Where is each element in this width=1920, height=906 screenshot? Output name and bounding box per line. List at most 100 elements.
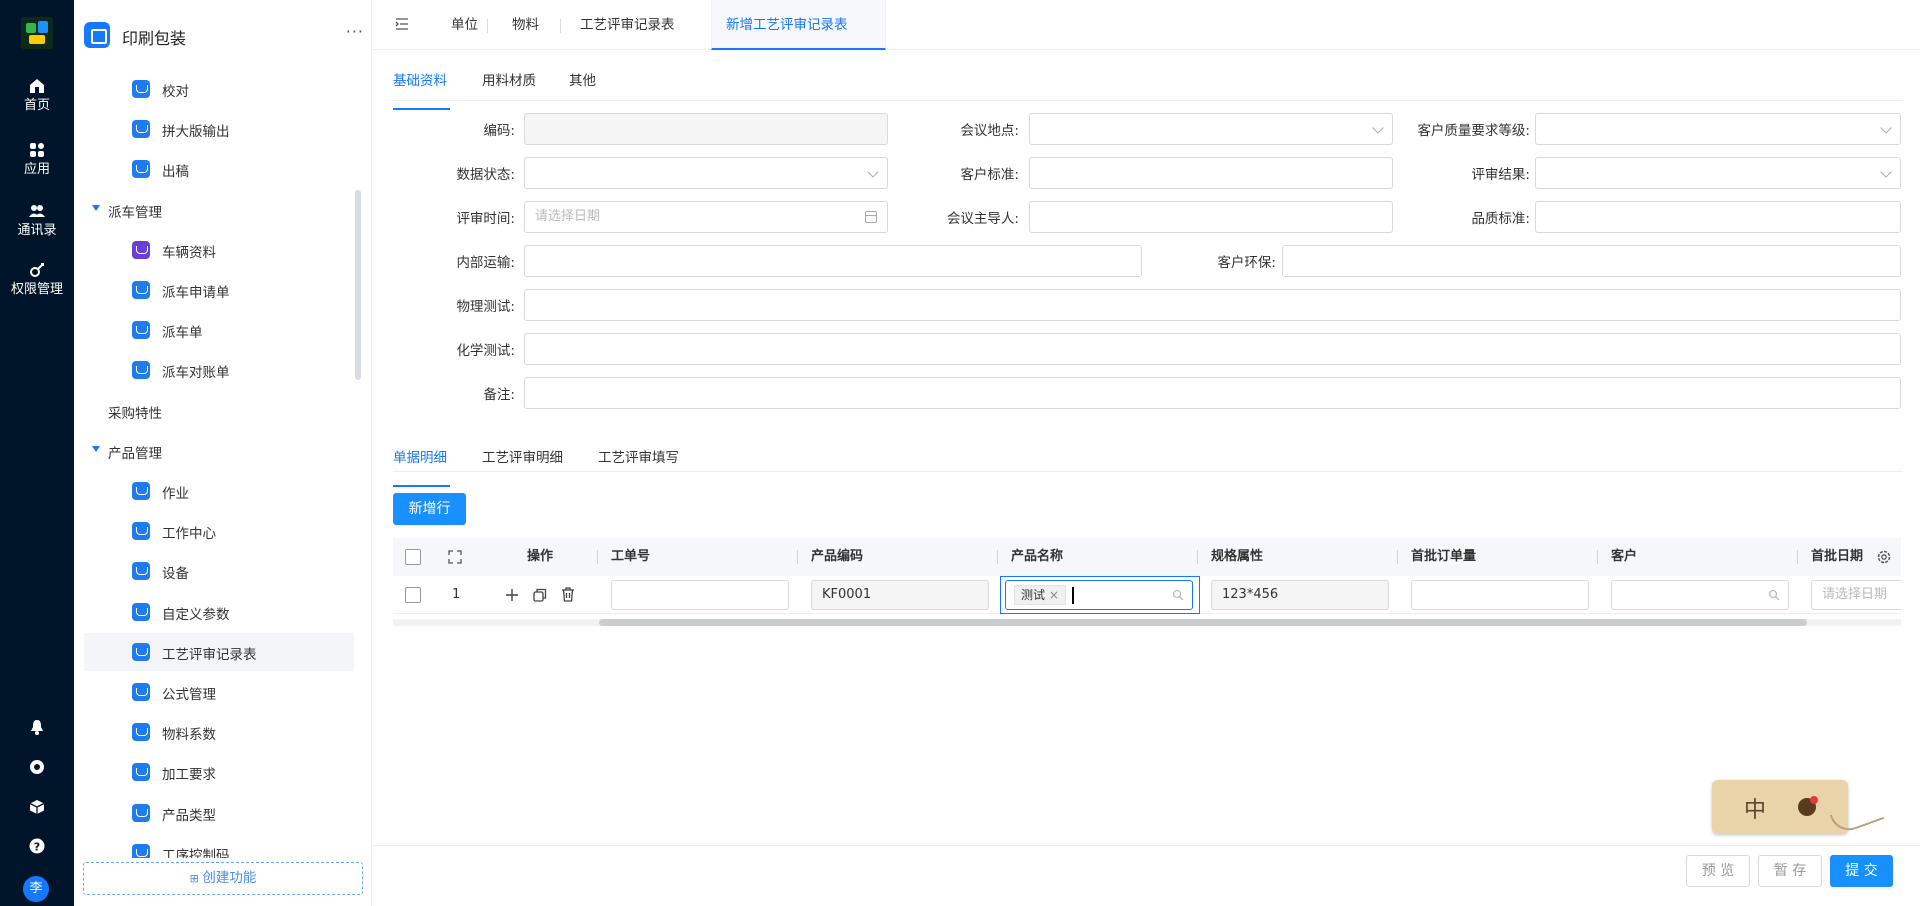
sidebar-item[interactable]: 产品类型: [84, 794, 354, 832]
chemical-test-label: 化学测试:: [456, 343, 515, 359]
menu-item-icon: [132, 643, 150, 661]
customer-env-input[interactable]: [1282, 245, 1901, 277]
tab-unit[interactable]: 单位: [441, 0, 488, 50]
more-icon[interactable]: ···: [346, 22, 364, 41]
rail-item-apps[interactable]: 应用: [0, 142, 74, 178]
grid-scrollbar[interactable]: [599, 619, 1807, 626]
data-status-select[interactable]: [524, 157, 888, 189]
sidebar-item[interactable]: 加工要求: [84, 753, 354, 791]
sidebar-item[interactable]: 物料系数: [84, 713, 354, 751]
sidebar-item[interactable]: 设备: [84, 552, 354, 590]
menu-item-icon: [132, 281, 150, 299]
sidebar-item[interactable]: 拼大版输出: [84, 110, 354, 148]
remark-label: 备注:: [483, 387, 515, 403]
tab-material[interactable]: 物料: [502, 0, 549, 50]
code-label: 编码:: [483, 123, 515, 139]
sidebar-scrollbar[interactable]: [355, 190, 361, 380]
sidebar-item-label: 自定义参数: [162, 607, 230, 623]
ime-widget[interactable]: 中: [1712, 780, 1885, 836]
select-all-checkbox[interactable]: [405, 549, 421, 565]
cube-icon[interactable]: [29, 799, 45, 815]
sidebar-item[interactable]: 出稿: [84, 150, 354, 188]
meeting-host-input[interactable]: [1029, 201, 1393, 233]
quality-standard-input[interactable]: [1535, 201, 1901, 233]
ime-mode-label: 中: [1744, 798, 1767, 823]
sidebar-item[interactable]: 校对: [84, 72, 354, 108]
sidebar-item[interactable]: 工艺评审记录表: [84, 633, 354, 671]
work-order-input[interactable]: [611, 580, 789, 610]
sidebar-item-label: 采购特性: [108, 406, 162, 422]
rail-item-contacts[interactable]: 通讯录: [0, 203, 74, 239]
rail-item-permissions[interactable]: 权限管理: [0, 262, 74, 298]
sidebar-item[interactable]: 车辆资料: [84, 231, 354, 269]
rail-item-home[interactable]: 首页: [0, 78, 74, 114]
copy-icon[interactable]: [533, 588, 547, 602]
tab-review-fill[interactable]: 工艺评审填写: [598, 443, 679, 487]
settings-icon[interactable]: [29, 759, 45, 775]
menu-fold-icon[interactable]: [395, 17, 409, 31]
tab-review-detail[interactable]: 工艺评审明细: [482, 443, 563, 487]
product-name-select[interactable]: 测试 ×: [1005, 580, 1193, 610]
product-name-tag-text: 测试: [1021, 588, 1046, 602]
review-time-placeholder: 请选择日期: [535, 209, 601, 224]
row-checkbox[interactable]: [405, 587, 421, 603]
tab-other[interactable]: 其他: [569, 66, 596, 110]
menu-item-icon: [132, 562, 150, 580]
tab-materials[interactable]: 用料材质: [482, 66, 536, 110]
col-actions: 操作: [527, 549, 554, 564]
plus-icon[interactable]: [505, 588, 519, 602]
tab-basic-info[interactable]: 基础资料: [393, 66, 450, 110]
first-date-datepicker[interactable]: 请选择日期: [1811, 580, 1901, 610]
first-qty-input[interactable]: [1411, 580, 1589, 610]
bell-icon[interactable]: [29, 719, 45, 735]
tab-process-review-list[interactable]: 工艺评审记录表: [570, 0, 685, 50]
review-time-datepicker[interactable]: 请选择日期: [524, 201, 888, 233]
internal-transport-label: 内部运输:: [456, 255, 515, 271]
internal-transport-input[interactable]: [524, 245, 1142, 277]
tab-document-detail[interactable]: 单据明细: [393, 443, 450, 487]
customer-select[interactable]: [1611, 580, 1789, 610]
sidebar-item[interactable]: 工作中心: [84, 512, 354, 550]
quality-level-select[interactable]: [1535, 113, 1901, 145]
help-icon[interactable]: ?: [29, 838, 45, 854]
review-time-label: 评审时间:: [456, 211, 515, 227]
sidebar-item[interactable]: 作业: [84, 472, 354, 510]
close-icon[interactable]: ×: [1049, 588, 1059, 602]
sidebar-group[interactable]: 产品管理: [84, 432, 354, 470]
tab-new-process-review[interactable]: 新增工艺评审记录表: [711, 0, 886, 50]
product-code-input: KF0001: [811, 580, 989, 610]
physical-test-input[interactable]: [524, 289, 1901, 321]
sidebar-item[interactable]: 公式管理: [84, 673, 354, 711]
app-logo[interactable]: [21, 17, 53, 49]
quality-standard-label: 品质标准:: [1471, 211, 1530, 227]
sidebar-item[interactable]: 工序控制码: [84, 834, 354, 858]
sidebar-item[interactable]: 派车单: [84, 311, 354, 349]
product-name-tag[interactable]: 测试 ×: [1014, 585, 1066, 605]
expand-icon[interactable]: [448, 550, 462, 564]
sidebar-item[interactable]: 采购特性: [84, 392, 354, 430]
sidebar-item[interactable]: 派车对账单: [84, 351, 354, 389]
create-function-button[interactable]: ⊞ 创建功能: [83, 862, 363, 895]
delete-icon[interactable]: [561, 587, 575, 602]
customer-standard-input[interactable]: [1029, 157, 1393, 189]
sidebar-item-label: 产品类型: [162, 808, 216, 824]
code-input: [524, 113, 888, 145]
add-row-button[interactable]: 新增行: [393, 493, 466, 525]
ime-mascot-icon: [1798, 796, 1818, 816]
gear-icon[interactable]: [1876, 549, 1892, 565]
sidebar-item[interactable]: 派车申请单: [84, 271, 354, 309]
sidebar-item-label: 拼大版输出: [162, 124, 230, 140]
meeting-place-select[interactable]: [1029, 113, 1393, 145]
rail-label: 应用: [23, 162, 50, 177]
sidebar-item-label: 设备: [162, 566, 189, 582]
review-result-select[interactable]: [1535, 157, 1901, 189]
remark-input[interactable]: [524, 377, 1901, 409]
save-draft-button[interactable]: 暂 存: [1758, 855, 1822, 887]
sidebar-group[interactable]: 派车管理: [84, 191, 354, 229]
calendar-icon: [865, 211, 877, 223]
sidebar-item[interactable]: 自定义参数: [84, 593, 354, 631]
submit-button[interactable]: 提 交: [1830, 855, 1893, 887]
preview-button[interactable]: 预 览: [1686, 855, 1750, 887]
chemical-test-input[interactable]: [524, 333, 1901, 365]
avatar[interactable]: 李: [23, 876, 49, 902]
